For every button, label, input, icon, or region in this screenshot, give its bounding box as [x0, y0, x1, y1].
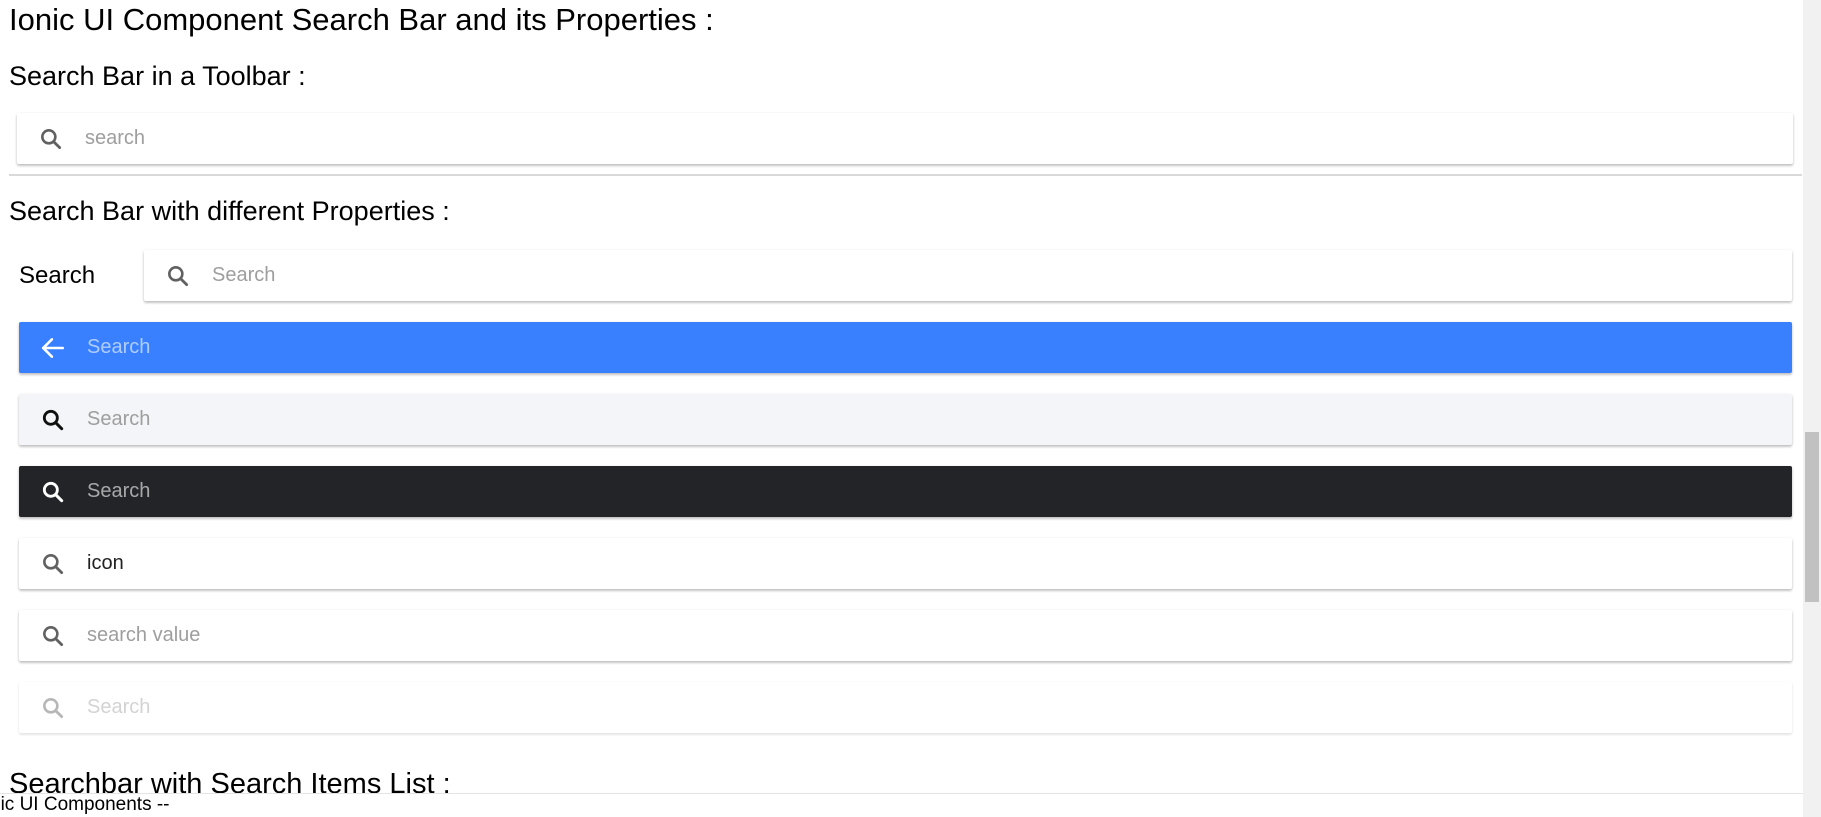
search-icon [38, 126, 64, 152]
search-input-value[interactable] [87, 543, 1792, 584]
footer-text: nic UI Components -- [0, 794, 170, 815]
search-input-dark[interactable] [87, 471, 1792, 512]
page: Ionic UI Component Search Bar and its Pr… [0, 0, 1821, 817]
section-heading-properties: Search Bar with different Properties : [9, 196, 450, 226]
searchbar-disabled [19, 682, 1792, 733]
page-title: Ionic UI Component Search Bar and its Pr… [9, 2, 714, 37]
toolbar-searchbar [17, 113, 1793, 164]
section-divider [9, 174, 1802, 176]
searchbar-custom-placeholder [19, 610, 1792, 661]
search-label: Search [19, 262, 96, 289]
search-icon [40, 479, 66, 505]
search-input-light[interactable] [87, 399, 1792, 440]
searchbar-default [144, 250, 1792, 301]
section-heading-toolbar: Search Bar in a Toolbar : [9, 61, 306, 91]
search-icon [40, 407, 66, 433]
search-icon [40, 551, 66, 577]
search-icon [165, 263, 191, 289]
search-input-disabled [87, 687, 1792, 728]
search-icon [40, 695, 66, 721]
search-input-primary[interactable] [87, 327, 1792, 368]
footer-bar [0, 793, 1803, 817]
toolbar-search-input[interactable] [85, 118, 1793, 159]
scrollbar-thumb[interactable] [1805, 432, 1819, 602]
search-input-placeholder[interactable] [87, 615, 1792, 656]
searchbar-primary [19, 322, 1792, 373]
arrow-back-icon[interactable] [40, 335, 66, 361]
search-icon [40, 623, 66, 649]
searchbar-dark [19, 466, 1792, 517]
searchbar-light [19, 394, 1792, 445]
searchbar-with-value [19, 538, 1792, 589]
scrollbar-track[interactable] [1803, 0, 1821, 817]
search-input[interactable] [212, 255, 1792, 296]
